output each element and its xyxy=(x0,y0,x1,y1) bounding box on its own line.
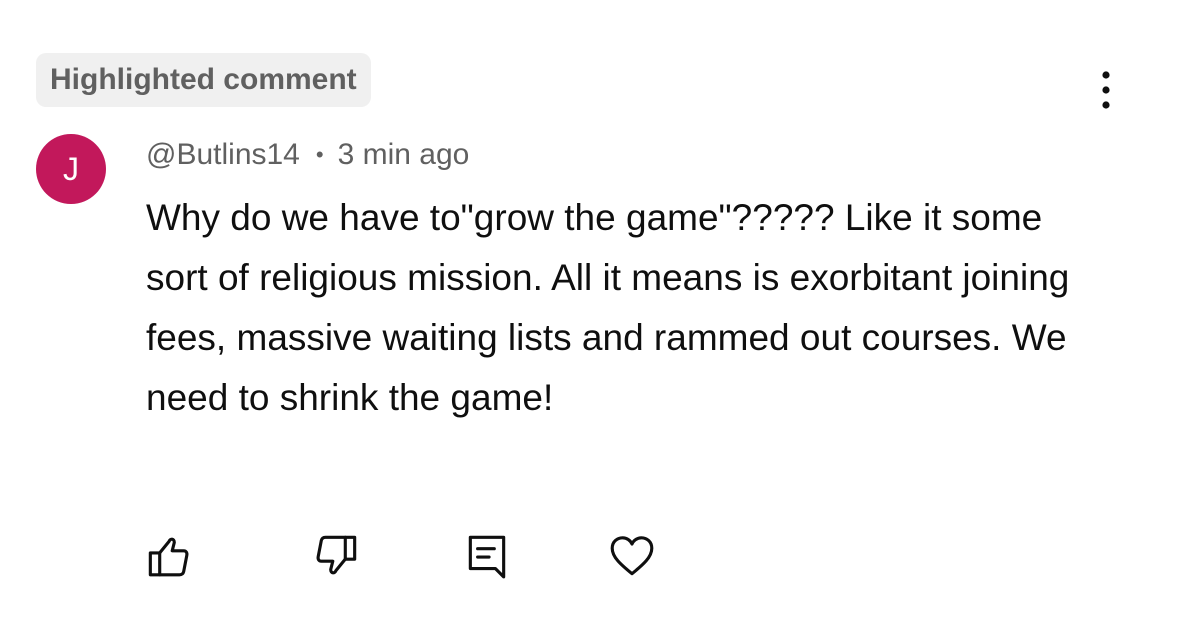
more-vertical-icon xyxy=(1102,71,1110,109)
reply-button[interactable] xyxy=(459,528,515,584)
author-handle[interactable]: @Butlins14 xyxy=(146,138,300,172)
like-button[interactable] xyxy=(139,528,195,584)
comment-timestamp: 3 min ago xyxy=(337,138,470,171)
comment-header: @Butlins14 • 3 min ago xyxy=(146,133,469,177)
more-options-button[interactable] xyxy=(1088,70,1124,110)
avatar-initial: J xyxy=(63,150,79,187)
comment-actions xyxy=(0,528,1178,584)
thumbs-down-icon xyxy=(316,535,357,575)
highlighted-comment-badge: Highlighted comment xyxy=(36,53,371,107)
heart-button[interactable] xyxy=(604,528,660,584)
avatar[interactable]: J xyxy=(36,134,106,204)
thumbs-up-icon xyxy=(148,537,189,577)
reply-comment-icon xyxy=(468,535,506,579)
dislike-button[interactable] xyxy=(310,528,366,584)
header-separator: • xyxy=(315,142,324,167)
heart-icon xyxy=(610,536,654,576)
comment-text: Why do we have to"grow the game"????? Li… xyxy=(146,197,1070,418)
